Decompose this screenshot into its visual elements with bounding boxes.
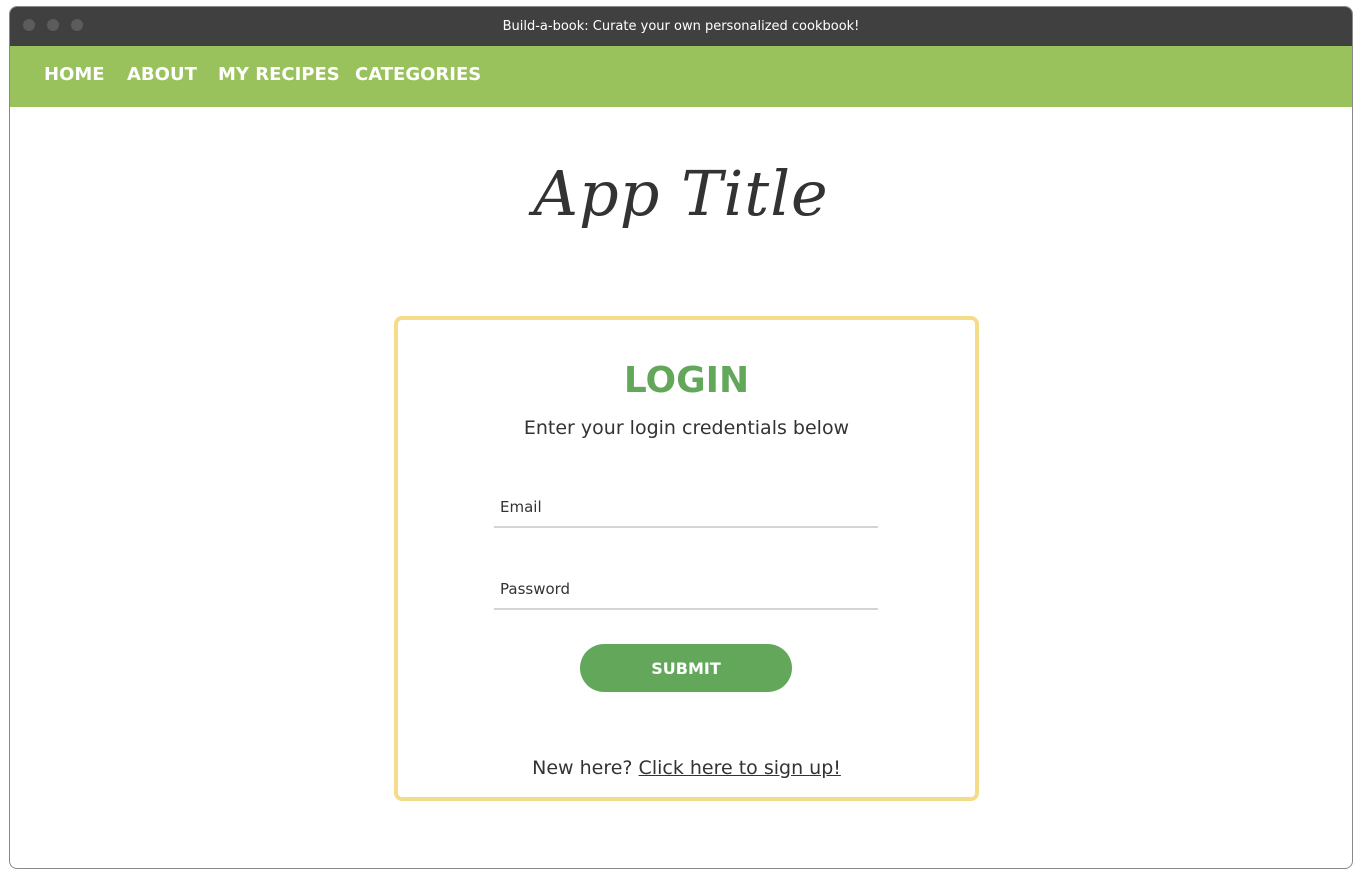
main-navbar: HOME ABOUT MY RECIPES CATEGORIES xyxy=(10,46,1352,107)
nav-item-home[interactable]: HOME xyxy=(44,46,105,107)
signup-link[interactable]: Click here to sign up! xyxy=(639,757,841,779)
login-subtitle: Enter your login credentials below xyxy=(523,417,850,439)
window-title: Build-a-book: Curate your own personaliz… xyxy=(502,19,860,34)
nav-item-categories[interactable]: CATEGORIES xyxy=(355,46,481,107)
signup-prompt: New here? xyxy=(532,757,633,779)
login-heading: LOGIN xyxy=(623,360,750,401)
email-field[interactable] xyxy=(494,488,878,528)
window-titlebar: Build-a-book: Curate your own personaliz… xyxy=(10,7,1352,46)
login-card: LOGIN Enter your login credentials below… xyxy=(394,316,979,801)
nav-item-my-recipes[interactable]: MY RECIPES xyxy=(218,46,340,107)
signup-row: New here? Click here to sign up! xyxy=(398,757,975,779)
nav-item-about[interactable]: ABOUT xyxy=(127,46,197,107)
password-field[interactable] xyxy=(494,570,878,610)
app-title: App Title xyxy=(533,157,829,230)
browser-window: Build-a-book: Curate your own personaliz… xyxy=(9,6,1353,869)
submit-button[interactable]: SUBMIT xyxy=(580,644,792,692)
